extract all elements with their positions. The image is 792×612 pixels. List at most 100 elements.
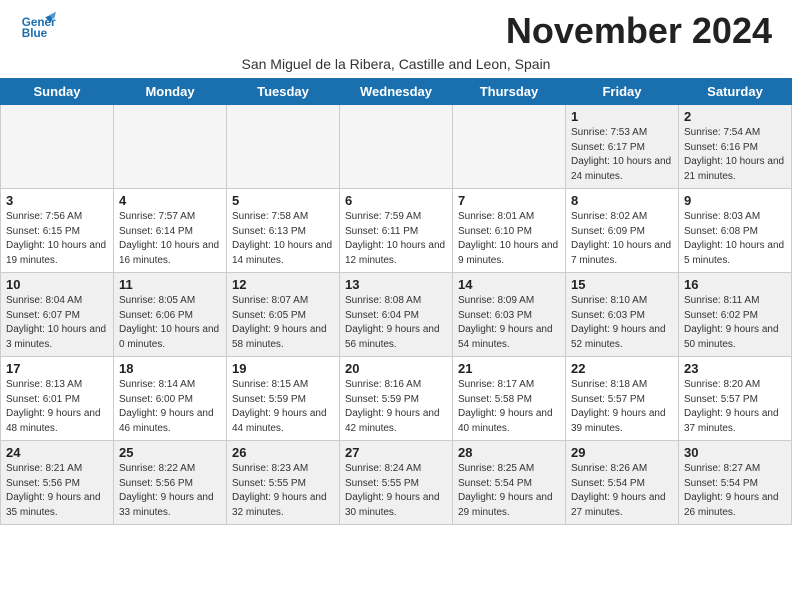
day-number: 6 (345, 193, 447, 208)
calendar-day-cell (227, 105, 340, 189)
calendar-week-row: 1 Sunrise: 7:53 AM Sunset: 6:17 PM Daylig… (1, 105, 792, 189)
weekday-header-cell: Wednesday (340, 79, 453, 105)
calendar-day-cell: 17 Sunrise: 8:13 AM Sunset: 6:01 PM Dayli… (1, 357, 114, 441)
day-info: Sunrise: 7:56 AM Sunset: 6:15 PM Dayligh… (6, 210, 108, 268)
calendar-day-cell: 18 Sunrise: 8:14 AM Sunset: 6:00 PM Dayli… (114, 357, 227, 441)
day-number: 17 (6, 361, 108, 376)
weekday-header-cell: Saturday (679, 79, 792, 105)
calendar-day-cell (453, 105, 566, 189)
day-number: 15 (571, 277, 673, 292)
day-number: 7 (458, 193, 560, 208)
day-number: 18 (119, 361, 221, 376)
day-number: 5 (232, 193, 334, 208)
day-info: Sunrise: 7:59 AM Sunset: 6:11 PM Dayligh… (345, 210, 447, 268)
calendar-day-cell (114, 105, 227, 189)
day-number: 28 (458, 445, 560, 460)
day-number: 8 (571, 193, 673, 208)
day-info: Sunrise: 8:14 AM Sunset: 6:00 PM Dayligh… (119, 378, 221, 436)
calendar-day-cell: 9 Sunrise: 8:03 AM Sunset: 6:08 PM Daylig… (679, 189, 792, 273)
day-info: Sunrise: 8:15 AM Sunset: 5:59 PM Dayligh… (232, 378, 334, 436)
day-info: Sunrise: 8:24 AM Sunset: 5:55 PM Dayligh… (345, 462, 447, 520)
day-info: Sunrise: 8:11 AM Sunset: 6:02 PM Dayligh… (684, 294, 786, 352)
calendar-day-cell (340, 105, 453, 189)
calendar-day-cell: 5 Sunrise: 7:58 AM Sunset: 6:13 PM Daylig… (227, 189, 340, 273)
calendar-day-cell: 11 Sunrise: 8:05 AM Sunset: 6:06 PM Dayli… (114, 273, 227, 357)
location-subtitle: San Miguel de la Ribera, Castille and Le… (0, 56, 792, 78)
calendar-body: 1 Sunrise: 7:53 AM Sunset: 6:17 PM Daylig… (1, 105, 792, 525)
calendar-week-row: 10 Sunrise: 8:04 AM Sunset: 6:07 PM Dayli… (1, 273, 792, 357)
day-info: Sunrise: 8:09 AM Sunset: 6:03 PM Dayligh… (458, 294, 560, 352)
calendar-week-row: 3Sunrise: 7:56 AM Sunset: 6:15 PM Daylig… (1, 189, 792, 273)
weekday-header-cell: Thursday (453, 79, 566, 105)
day-info: Sunrise: 8:23 AM Sunset: 5:55 PM Dayligh… (232, 462, 334, 520)
month-title: November 2024 (506, 10, 772, 52)
day-number: 12 (232, 277, 334, 292)
day-number: 27 (345, 445, 447, 460)
day-info: Sunrise: 8:05 AM Sunset: 6:06 PM Dayligh… (119, 294, 221, 352)
weekday-header-cell: Friday (566, 79, 679, 105)
day-info: Sunrise: 8:04 AM Sunset: 6:07 PM Dayligh… (6, 294, 108, 352)
svg-text:Blue: Blue (22, 27, 48, 40)
day-info: Sunrise: 7:57 AM Sunset: 6:14 PM Dayligh… (119, 210, 221, 268)
calendar-day-cell: 25 Sunrise: 8:22 AM Sunset: 5:56 PM Dayli… (114, 441, 227, 525)
calendar-day-cell: 6 Sunrise: 7:59 AM Sunset: 6:11 PM Daylig… (340, 189, 453, 273)
calendar-day-cell: 4 Sunrise: 7:57 AM Sunset: 6:14 PM Daylig… (114, 189, 227, 273)
day-info: Sunrise: 8:17 AM Sunset: 5:58 PM Dayligh… (458, 378, 560, 436)
day-info: Sunrise: 7:53 AM Sunset: 6:17 PM Dayligh… (571, 126, 673, 184)
day-info: Sunrise: 8:03 AM Sunset: 6:08 PM Dayligh… (684, 210, 786, 268)
calendar-day-cell: 16Sunrise: 8:11 AM Sunset: 6:02 PM Dayli… (679, 273, 792, 357)
day-number: 25 (119, 445, 221, 460)
day-info: Sunrise: 8:20 AM Sunset: 5:57 PM Dayligh… (684, 378, 786, 436)
day-number: 24 (6, 445, 108, 460)
calendar-day-cell: 15 Sunrise: 8:10 AM Sunset: 6:03 PM Dayli… (566, 273, 679, 357)
weekday-header-cell: Sunday (1, 79, 114, 105)
logo-icon: General Blue (20, 10, 56, 46)
day-number: 30 (684, 445, 786, 460)
calendar-day-cell: 19Sunrise: 8:15 AM Sunset: 5:59 PM Dayli… (227, 357, 340, 441)
calendar-day-cell: 7 Sunrise: 8:01 AM Sunset: 6:10 PM Daylig… (453, 189, 566, 273)
day-info: Sunrise: 8:26 AM Sunset: 5:54 PM Dayligh… (571, 462, 673, 520)
day-info: Sunrise: 8:13 AM Sunset: 6:01 PM Dayligh… (6, 378, 108, 436)
day-number: 29 (571, 445, 673, 460)
day-number: 23 (684, 361, 786, 376)
calendar-day-cell (1, 105, 114, 189)
calendar-day-cell: 24 Sunrise: 8:21 AM Sunset: 5:56 PM Dayli… (1, 441, 114, 525)
calendar-day-cell: 28 Sunrise: 8:25 AM Sunset: 5:54 PM Dayli… (453, 441, 566, 525)
calendar-day-cell: 3Sunrise: 7:56 AM Sunset: 6:15 PM Daylig… (1, 189, 114, 273)
day-number: 22 (571, 361, 673, 376)
day-info: Sunrise: 8:22 AM Sunset: 5:56 PM Dayligh… (119, 462, 221, 520)
day-info: Sunrise: 8:07 AM Sunset: 6:05 PM Dayligh… (232, 294, 334, 352)
logo: General Blue (20, 10, 56, 46)
calendar-day-cell: 20Sunrise: 8:16 AM Sunset: 5:59 PM Dayli… (340, 357, 453, 441)
day-number: 9 (684, 193, 786, 208)
day-info: Sunrise: 8:21 AM Sunset: 5:56 PM Dayligh… (6, 462, 108, 520)
weekday-header-cell: Tuesday (227, 79, 340, 105)
day-number: 1 (571, 109, 673, 124)
day-number: 26 (232, 445, 334, 460)
day-info: Sunrise: 8:16 AM Sunset: 5:59 PM Dayligh… (345, 378, 447, 436)
day-number: 21 (458, 361, 560, 376)
day-number: 2 (684, 109, 786, 124)
calendar-day-cell: 30Sunrise: 8:27 AM Sunset: 5:54 PM Dayli… (679, 441, 792, 525)
day-info: Sunrise: 7:54 AM Sunset: 6:16 PM Dayligh… (684, 126, 786, 184)
day-number: 4 (119, 193, 221, 208)
day-info: Sunrise: 8:10 AM Sunset: 6:03 PM Dayligh… (571, 294, 673, 352)
calendar-table: SundayMondayTuesdayWednesdayThursdayFrid… (0, 78, 792, 525)
day-number: 11 (119, 277, 221, 292)
calendar-week-row: 17 Sunrise: 8:13 AM Sunset: 6:01 PM Dayli… (1, 357, 792, 441)
calendar-day-cell: 27 Sunrise: 8:24 AM Sunset: 5:55 PM Dayli… (340, 441, 453, 525)
day-info: Sunrise: 8:25 AM Sunset: 5:54 PM Dayligh… (458, 462, 560, 520)
calendar-day-cell: 10 Sunrise: 8:04 AM Sunset: 6:07 PM Dayli… (1, 273, 114, 357)
calendar-day-cell: 1 Sunrise: 7:53 AM Sunset: 6:17 PM Daylig… (566, 105, 679, 189)
day-info: Sunrise: 7:58 AM Sunset: 6:13 PM Dayligh… (232, 210, 334, 268)
day-info: Sunrise: 8:01 AM Sunset: 6:10 PM Dayligh… (458, 210, 560, 268)
calendar-day-cell: 23 Sunrise: 8:20 AM Sunset: 5:57 PM Dayli… (679, 357, 792, 441)
day-number: 10 (6, 277, 108, 292)
calendar-day-cell: 21 Sunrise: 8:17 AM Sunset: 5:58 PM Dayli… (453, 357, 566, 441)
calendar-day-cell: 2 Sunrise: 7:54 AM Sunset: 6:16 PM Daylig… (679, 105, 792, 189)
calendar-day-cell: 14Sunrise: 8:09 AM Sunset: 6:03 PM Dayli… (453, 273, 566, 357)
calendar-day-cell: 13Sunrise: 8:08 AM Sunset: 6:04 PM Dayli… (340, 273, 453, 357)
day-info: Sunrise: 8:02 AM Sunset: 6:09 PM Dayligh… (571, 210, 673, 268)
day-info: Sunrise: 8:08 AM Sunset: 6:04 PM Dayligh… (345, 294, 447, 352)
calendar-day-cell: 29 Sunrise: 8:26 AM Sunset: 5:54 PM Dayli… (566, 441, 679, 525)
